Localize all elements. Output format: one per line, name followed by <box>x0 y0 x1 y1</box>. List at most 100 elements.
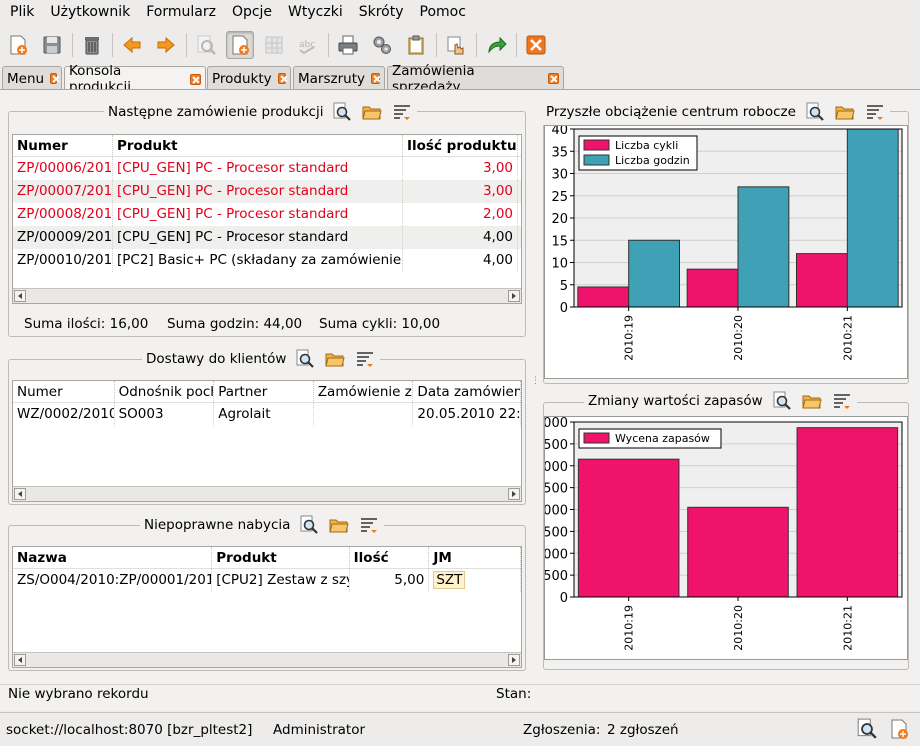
filter-button[interactable] <box>354 348 376 370</box>
cell-data: 20.05.2010 22:00 <box>413 403 521 426</box>
tab-close-icon[interactable] <box>190 73 201 85</box>
open-button[interactable] <box>834 101 856 123</box>
filter-button[interactable] <box>358 514 380 536</box>
open-button[interactable] <box>801 390 823 412</box>
tab-konsola-produkcji[interactable]: Konsola produkcji <box>64 63 206 95</box>
print-button[interactable] <box>334 31 362 59</box>
column-header-zamowienie[interactable]: Zamówienie z <box>314 381 414 403</box>
menu-pomoc[interactable]: Pomoc <box>412 0 474 24</box>
graph-view-button[interactable] <box>260 31 288 59</box>
new-document-button[interactable] <box>4 31 32 59</box>
column-header-nazwa[interactable]: Nazwa <box>13 547 213 569</box>
x-tick-label: 2010:21 <box>841 605 854 651</box>
next-button[interactable] <box>152 31 180 59</box>
scroll-left-icon[interactable] <box>14 488 26 500</box>
table-row[interactable]: ZS/O004/2010:ZP/00001/2010 [CPU2] Zestaw … <box>13 569 521 592</box>
attachment-button[interactable] <box>402 31 430 59</box>
requests-label: Zgłoszenia: <box>523 721 601 738</box>
column-header-jm[interactable]: JM <box>429 547 521 569</box>
open-button[interactable] <box>328 514 350 536</box>
filter-button[interactable] <box>864 101 886 123</box>
menu-wtyczki[interactable]: Wtyczki <box>280 0 351 24</box>
scroll-right-icon[interactable] <box>508 290 520 302</box>
cell-ilosc: 3,00 <box>403 157 518 180</box>
cell-jm: SZT <box>429 569 521 592</box>
tab-close-icon[interactable] <box>50 73 57 84</box>
find-button[interactable] <box>192 31 220 59</box>
horizontal-scrollbar[interactable] <box>13 652 521 667</box>
close-button[interactable] <box>522 31 550 59</box>
menu-uzytkownik[interactable]: Użytkownik <box>42 0 138 24</box>
search-button[interactable] <box>804 101 826 123</box>
table-body: ZP/00006/2010 [CPU_GEN] PC - Procesor sta… <box>13 157 521 272</box>
tab-zamowienia-sprzedazy[interactable]: Zamówienia sprzedaży <box>387 63 564 95</box>
x-tick-label: 2010:20 <box>732 605 745 651</box>
tab-produkty[interactable]: Produkty <box>207 66 291 90</box>
open-button[interactable] <box>361 101 383 123</box>
request-search-button[interactable] <box>856 718 880 742</box>
next-orders-table: Numer Produkt Ilość produktu ZP/00006/20… <box>12 134 522 304</box>
scroll-right-icon[interactable] <box>508 654 520 666</box>
bar-1-0 <box>628 239 681 308</box>
search-button[interactable] <box>331 101 353 123</box>
scroll-left-icon[interactable] <box>14 290 26 302</box>
menu-opcje[interactable]: Opcje <box>224 0 280 24</box>
arrow-right-icon <box>157 36 175 54</box>
action-button[interactable] <box>368 31 396 59</box>
tab-close-icon[interactable] <box>277 73 286 84</box>
tab-marszruty[interactable]: Marszruty <box>293 66 385 90</box>
sum-hours: Suma godzin: 44,00 <box>167 316 303 332</box>
menu-plik[interactable]: Plik <box>2 0 42 24</box>
new-request-button[interactable] <box>888 718 912 742</box>
stock-header: Zmiany wartości zapasów <box>584 388 857 414</box>
table-row[interactable]: ZP/00008/2010 [CPU_GEN] PC - Procesor sta… <box>13 203 521 226</box>
column-header-numer[interactable]: Numer <box>13 135 113 157</box>
column-header-produkt[interactable]: Produkt <box>113 135 403 157</box>
open-button[interactable] <box>324 348 346 370</box>
y-tick-label: 500 <box>545 438 568 453</box>
column-header-data[interactable]: Data zamówieni <box>413 381 521 403</box>
spellcheck-button[interactable]: abc <box>294 31 322 59</box>
column-header-ilosc[interactable]: Ilość produktu <box>403 135 518 157</box>
horizontal-scrollbar[interactable] <box>13 288 521 303</box>
search-button[interactable] <box>298 514 320 536</box>
column-header-odnosnik[interactable]: Odnośnik pocho <box>115 381 215 403</box>
filter-button[interactable] <box>831 390 853 412</box>
search-button[interactable] <box>771 390 793 412</box>
column-header-ilosc[interactable]: Ilość <box>350 547 430 569</box>
column-header-partner[interactable]: Partner <box>214 381 314 403</box>
menu-formularz[interactable]: Formularz <box>138 0 224 24</box>
filter-button[interactable] <box>391 101 413 123</box>
save-button[interactable] <box>38 31 66 59</box>
tab-menu[interactable]: Menu <box>2 66 62 90</box>
column-header-produkt[interactable]: Produkt <box>212 547 350 569</box>
bar-0-2 <box>795 253 848 308</box>
menu-skroty[interactable]: Skróty <box>351 0 412 24</box>
previous-button[interactable] <box>118 31 146 59</box>
table-row[interactable]: ZP/00006/2010 [CPU_GEN] PC - Procesor sta… <box>13 157 521 180</box>
toolbar-separator <box>476 33 477 57</box>
horizontal-scrollbar[interactable] <box>13 486 521 501</box>
tab-label: Menu <box>7 70 45 87</box>
group-title: Dostawy do klientów <box>146 351 287 367</box>
tab-close-icon[interactable] <box>548 73 559 84</box>
reload-button[interactable] <box>482 31 510 59</box>
table-row[interactable]: WZ/0002/2010SO003Agrolait 20.05.2010 22:0… <box>13 403 521 426</box>
search-icon <box>296 349 315 368</box>
column-header-numer[interactable]: Numer <box>13 381 115 403</box>
cell-produkt: [PC2] Basic+ PC (składany za zamówienie) <box>113 249 403 272</box>
delete-button[interactable] <box>78 31 106 59</box>
switch-view-button[interactable] <box>442 31 470 59</box>
tab-close-icon[interactable] <box>370 73 380 84</box>
splitter-handle[interactable]: ⋮ <box>531 377 540 390</box>
scroll-left-icon[interactable] <box>14 654 26 666</box>
table-header: Numer Odnośnik pocho Partner Zamówienie … <box>13 381 521 403</box>
search-button[interactable] <box>294 348 316 370</box>
table-row[interactable]: ZP/00007/2010 [CPU_GEN] PC - Procesor sta… <box>13 180 521 203</box>
bar-0-2 <box>796 427 899 598</box>
scroll-right-icon[interactable] <box>508 488 520 500</box>
form-view-button[interactable] <box>226 31 254 59</box>
table-row[interactable]: ZP/00010/2010 [PC2] Basic+ PC (składany z… <box>13 249 521 272</box>
record-divider <box>0 684 920 685</box>
table-row[interactable]: ZP/00009/2010 [CPU_GEN] PC - Procesor sta… <box>13 226 521 249</box>
